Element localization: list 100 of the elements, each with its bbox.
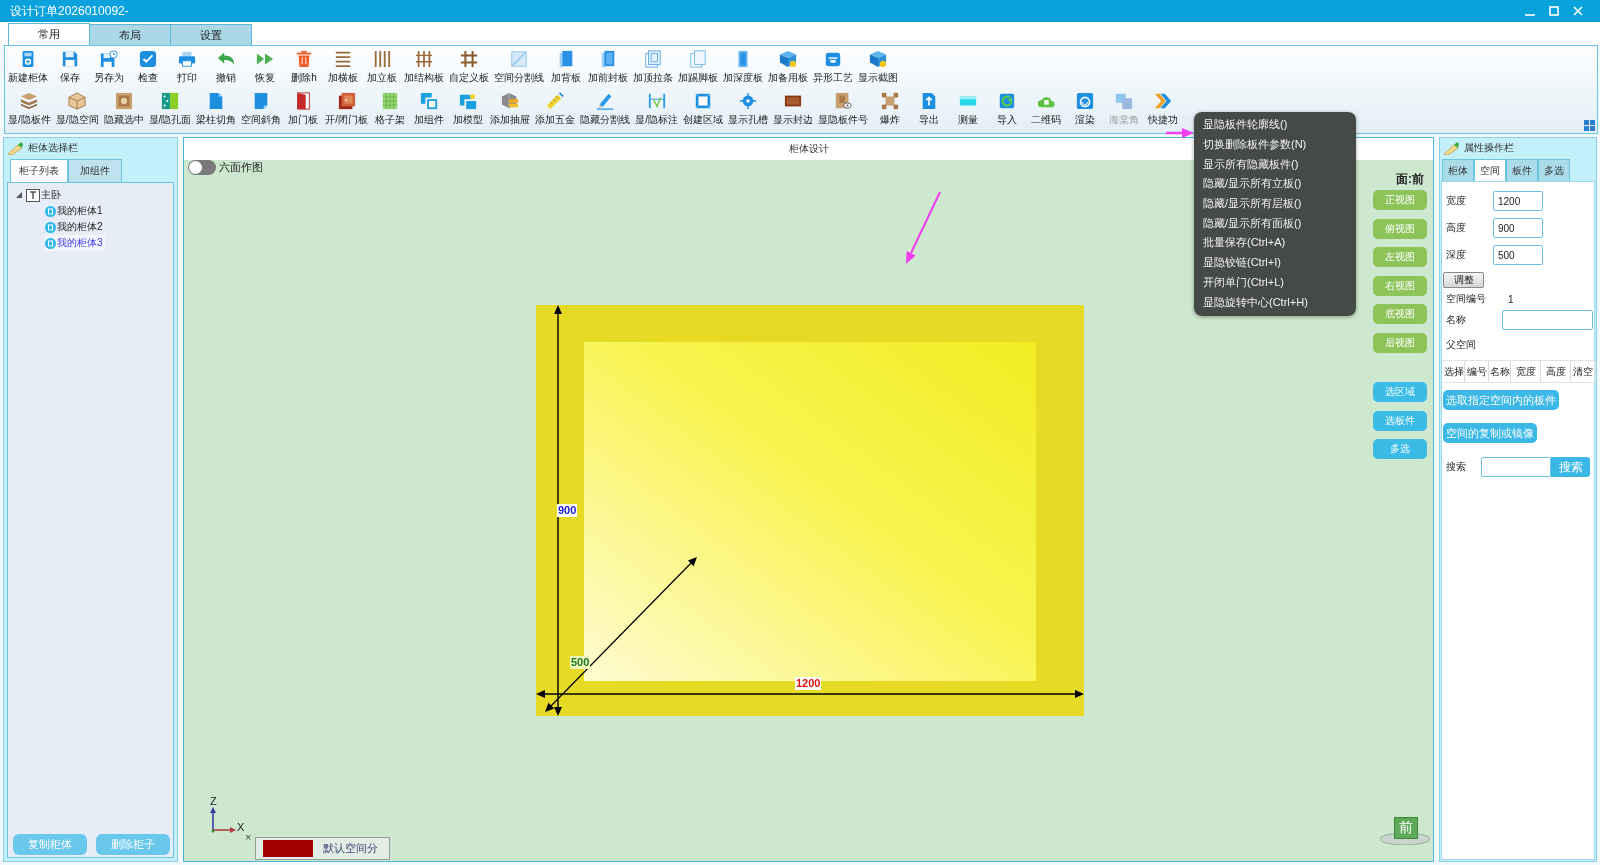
toolbar-button[interactable]: 渲染 — [1065, 91, 1104, 126]
close-icon[interactable] — [1573, 6, 1583, 16]
toolbar-button[interactable]: 加组件 — [410, 91, 449, 126]
toolbar-button[interactable]: 加横板 — [324, 49, 362, 84]
toolbar-button[interactable]: 显示截图 — [856, 49, 900, 84]
text-input[interactable]: 1200 — [1493, 191, 1543, 211]
pencil-icon — [1443, 141, 1459, 155]
expander-icon[interactable] — [16, 192, 22, 198]
field-value: 1 — [1508, 293, 1514, 305]
menu-item[interactable]: 显隐旋转中心(Ctrl+H) — [1194, 292, 1356, 312]
text-input[interactable] — [1502, 310, 1593, 330]
ribbon-tab[interactable]: 设置 — [170, 24, 252, 45]
toolbar-button[interactable]: 显示封边 — [770, 91, 815, 126]
toolbar-button[interactable]: 加踢脚板 — [676, 49, 720, 84]
explode-icon — [880, 92, 899, 110]
toolbar-button[interactable]: 显/隐空间 — [53, 91, 101, 126]
toolbar-button[interactable]: 显隐板件号 — [815, 91, 870, 126]
toolbar-button[interactable]: 开/闭门板 — [323, 91, 371, 126]
toolbar-button[interactable]: 爆炸 — [870, 91, 909, 126]
toolbar-button[interactable]: 隐藏分割线 — [578, 91, 633, 126]
menu-item[interactable]: 显隐板件轮廓线() — [1194, 115, 1356, 135]
panel-tab[interactable]: 空间 — [1474, 159, 1506, 181]
toolbar-button[interactable]: 加门板 — [284, 91, 323, 126]
toolbar-button[interactable]: 加背板 — [547, 49, 585, 84]
toolbar-button[interactable]: 加立板 — [363, 49, 401, 84]
panel-tab[interactable]: 板件 — [1506, 159, 1538, 181]
toolbar-button[interactable]: 导入 — [987, 91, 1026, 126]
toolbar-button[interactable]: 打印 — [168, 49, 206, 84]
toolbar-button[interactable]: 保存 — [51, 49, 89, 84]
panel-tab[interactable]: 多选 — [1538, 159, 1570, 181]
toolbar-button[interactable]: 添加五金 — [533, 91, 578, 126]
toolbar-button[interactable]: 显/隐孔面 — [146, 91, 194, 126]
menu-item[interactable]: 隐藏/显示所有层板() — [1194, 193, 1356, 214]
toolbar-button[interactable]: 快捷功 — [1143, 91, 1182, 126]
menu-item[interactable]: 显隐铰链(Ctrl+I) — [1194, 252, 1356, 273]
toolbar-button[interactable]: 加模型 — [449, 91, 488, 126]
toolbar-button[interactable]: 隐藏选中 — [101, 91, 146, 126]
toolbar-button[interactable]: 新建柜体 — [6, 49, 50, 84]
panel-tab[interactable]: 柜体 — [1442, 159, 1474, 181]
toolbar-button[interactable]: 异形工艺 — [811, 49, 855, 84]
toolbar-button[interactable]: 添加抽屉 — [488, 91, 533, 126]
grid-icon — [415, 50, 433, 68]
text-input[interactable]: 900 — [1493, 218, 1543, 238]
toolbar-button[interactable]: 自定义板 — [447, 49, 491, 84]
tree-item[interactable]: 主卧 — [16, 187, 63, 203]
grid-icon[interactable] — [1584, 120, 1595, 131]
tree-item[interactable]: 我的柜体3 — [45, 235, 105, 251]
maximize-icon[interactable] — [1549, 6, 1559, 16]
toolbar-button[interactable]: 显示孔槽 — [725, 91, 770, 126]
board-eye-icon — [833, 92, 852, 110]
menu-item[interactable]: 切换删除板件参数(N) — [1194, 134, 1356, 155]
printer-icon — [178, 50, 196, 68]
overlap-squares-icon — [1114, 92, 1133, 110]
search-input[interactable] — [1481, 457, 1551, 477]
field-label: 空间编号 — [1446, 292, 1487, 306]
toolbar-button[interactable]: 加深度板 — [721, 49, 765, 84]
toolbar-button[interactable]: 检查 — [129, 49, 167, 84]
toolbar-button[interactable]: 加结构板 — [402, 49, 446, 84]
toolbar-button[interactable]: 测量 — [948, 91, 987, 126]
toolbar-button[interactable]: 加顶拉条 — [631, 49, 675, 84]
stacked-squares-icon — [337, 92, 356, 110]
ribbon-tab[interactable]: 布局 — [89, 24, 171, 45]
column-header: 选择 — [1443, 361, 1465, 382]
axis-label: Z — [210, 796, 217, 807]
target-icon — [738, 92, 757, 110]
toggle-switch[interactable] — [188, 160, 216, 175]
field-label: 宽度 — [1446, 194, 1467, 208]
menu-item[interactable]: 显示所有隐藏板件() — [1194, 154, 1356, 175]
toolbar-button[interactable]: 格子架 — [371, 91, 410, 126]
toolbar-button[interactable]: 空间分割线 — [492, 49, 546, 84]
toolbar-button[interactable]: 空间斜角 — [239, 91, 284, 126]
panel-tab[interactable]: 柜子列表 — [10, 159, 68, 182]
tree-item[interactable]: 我的柜体2 — [45, 219, 105, 235]
toolbar-button[interactable]: 恢复 — [246, 49, 284, 84]
menu-item[interactable]: 开闭单门(Ctrl+L) — [1194, 272, 1356, 293]
toolbar-button[interactable]: 导出 — [909, 91, 948, 126]
menu-item[interactable]: 批量保存(Ctrl+A) — [1194, 233, 1356, 253]
tree-item[interactable]: 我的柜体1 — [45, 203, 105, 219]
toolbar-button[interactable]: 加备用板 — [766, 49, 810, 84]
frame-panel-icon — [689, 50, 707, 68]
toolbar-button[interactable]: 撤销 — [207, 49, 245, 84]
ribbon-tab[interactable]: 常用 — [8, 23, 90, 45]
toolbar-button[interactable]: 显/隐标注 — [633, 91, 680, 126]
text-input[interactable]: 500 — [1493, 245, 1543, 265]
menu-item[interactable]: 隐藏/显示所有面板() — [1194, 213, 1356, 234]
window-title: 设计订单2026010092- — [10, 2, 130, 20]
toolbar-button[interactable]: 创建区域 — [680, 91, 725, 126]
toolbar-button[interactable]: 梁柱切角 — [194, 91, 239, 126]
toolbar-button[interactable]: 显/隐板件 — [6, 91, 53, 126]
panel-tab[interactable]: 加组件 — [68, 159, 122, 182]
adjust-button[interactable]: 调整 — [1443, 272, 1484, 288]
close-button[interactable]: × — [245, 832, 252, 842]
toolbar-button[interactable]: 另存为 — [90, 49, 128, 84]
menu-item[interactable]: 隐藏/显示所有立板() — [1194, 174, 1356, 194]
toolbar-button[interactable]: 删除h — [285, 49, 323, 84]
lattice-icon — [381, 92, 400, 110]
boards-stack-icon — [20, 92, 39, 110]
cabinet-node-icon — [45, 221, 56, 233]
toolbar-button[interactable]: 加前封板 — [586, 49, 630, 84]
toolbar-button[interactable]: 二维码 — [1026, 91, 1065, 126]
